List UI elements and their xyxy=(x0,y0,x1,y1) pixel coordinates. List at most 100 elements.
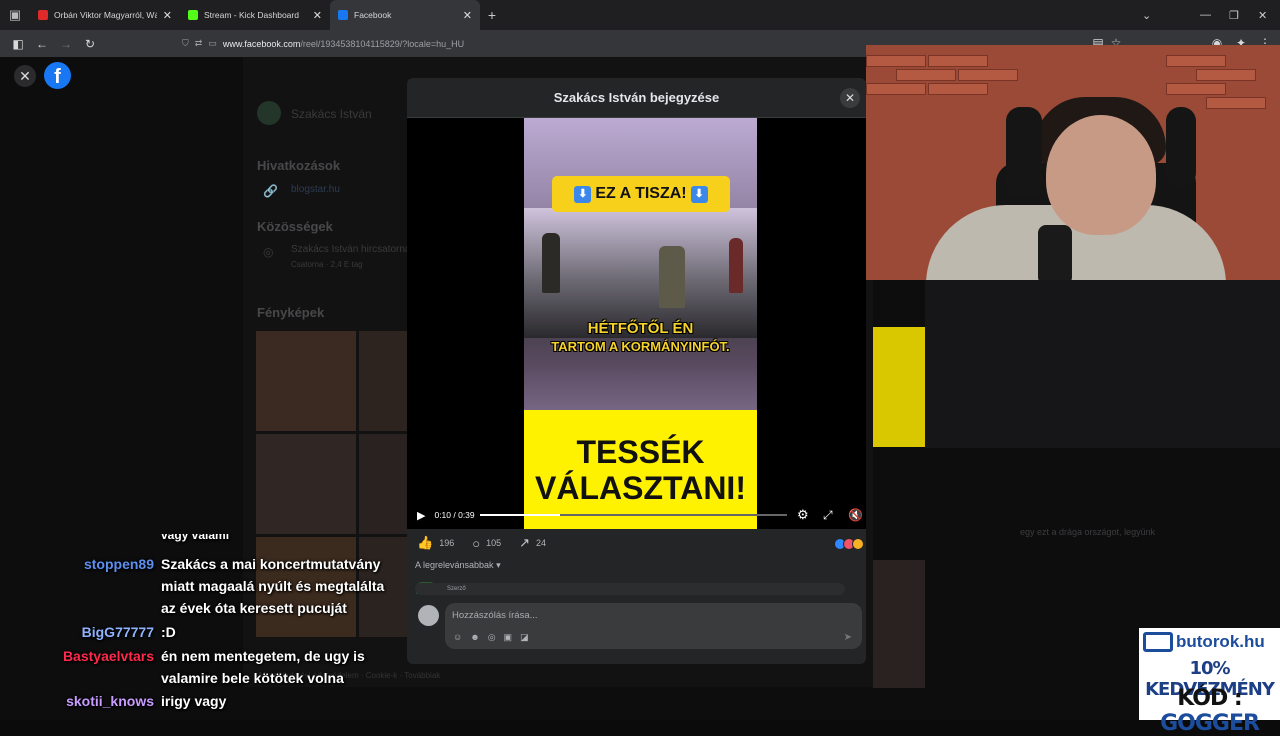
chat-text: Szakács a mai koncertmutatvány xyxy=(161,556,381,572)
comment-input[interactable]: Hozzászólás írása... ☺ ☻ ◎ ▣ ◪ ➤ xyxy=(445,603,862,649)
links-heading: Hivatkozások xyxy=(257,158,341,173)
community-icon: ◎ xyxy=(263,245,274,259)
profile-name[interactable]: Szakács István xyxy=(291,107,372,121)
comment-icon: ○ xyxy=(472,535,481,551)
permissions-icon[interactable]: ⇄ xyxy=(195,38,203,49)
photo-thumb[interactable] xyxy=(359,331,409,431)
like-icon: 👍 xyxy=(417,535,434,550)
comment-button[interactable]: ○ 105 xyxy=(472,536,501,551)
background-post-image xyxy=(873,327,925,447)
sticker-icon[interactable]: ◪ xyxy=(520,632,529,643)
share-count: 24 xyxy=(536,538,547,548)
wall-brick xyxy=(896,69,956,81)
tab-close-icon[interactable]: ✕ xyxy=(463,9,472,22)
new-tab-button[interactable]: + xyxy=(480,7,504,23)
caption-line: HÉTFŐTŐL ÉN xyxy=(587,320,694,337)
url-host: www.facebook.com xyxy=(222,38,301,49)
chat-text: valamire bele kötötek volna xyxy=(161,670,344,686)
ad-code: KÓD : GOGGER xyxy=(1139,686,1280,736)
link-icon: 🔗 xyxy=(263,184,278,198)
avatar-sticker-icon[interactable]: ☺ xyxy=(453,632,462,643)
site-info-icon[interactable]: ⛉ xyxy=(182,38,189,49)
chat-text: miatt magaalá nyúlt és megtalálta xyxy=(161,578,385,594)
video-player[interactable]: ⬇ EZ A TISZA! ⬇ HÉTFŐTŐL ÉN TARTOM A KOR… xyxy=(407,118,866,529)
tab-label: Stream - Kick Dashboard xyxy=(204,10,299,20)
community-name[interactable]: Szakács István hircsatorna xyxy=(291,244,411,255)
tab-close-icon[interactable]: ✕ xyxy=(163,9,172,22)
emoji-icon[interactable]: ☻ xyxy=(470,632,479,643)
chat-username[interactable]: Bastyaelvtars xyxy=(0,645,154,667)
caption-line: TARTOM A KORMÁNYINFÓT. xyxy=(551,339,730,354)
author-tag: Szerző xyxy=(447,586,466,592)
close-window-button[interactable]: ✕ xyxy=(1258,0,1267,30)
gif-icon[interactable]: ▣ xyxy=(504,632,513,643)
photos-heading: Fényképek xyxy=(257,305,325,320)
profile-avatar[interactable] xyxy=(257,101,281,125)
kick-favicon-icon xyxy=(188,10,198,20)
comment-placeholder: Hozzászólás írása... xyxy=(452,610,538,621)
current-user-avatar xyxy=(418,605,439,626)
stage-performer xyxy=(542,233,560,293)
tab-label: Facebook xyxy=(354,10,392,20)
photo-thumb[interactable] xyxy=(256,331,356,431)
page-icon: ▭ xyxy=(208,38,217,48)
streamer-face xyxy=(1046,115,1156,235)
chat-line-cutoff: vagy valami xyxy=(161,534,230,542)
reaction-summary[interactable] xyxy=(834,538,864,550)
yellow-line: TESSÉK xyxy=(576,433,705,470)
reload-button[interactable]: ↻ xyxy=(78,37,102,51)
camera-icon[interactable]: ◎ xyxy=(488,632,496,643)
facebook-logo-icon[interactable]: f xyxy=(44,62,71,89)
communities-heading: Közösségek xyxy=(257,219,333,234)
tab-close-icon[interactable]: ✕ xyxy=(313,9,322,22)
background-post-panel xyxy=(925,280,1280,448)
photo-thumb[interactable] xyxy=(256,434,356,534)
photo-thumb[interactable] xyxy=(359,434,409,534)
sidebar-icon[interactable]: ◧ xyxy=(6,37,30,51)
video-progress-fill xyxy=(480,514,560,516)
chat-username[interactable]: stoppen89 xyxy=(0,553,154,575)
comment-sort-dropdown[interactable]: A legrelevánsabbak ▾ xyxy=(415,560,501,571)
chat-username[interactable]: skotii_knows xyxy=(0,690,154,712)
tab-actions-icon[interactable]: ▣ xyxy=(0,0,30,30)
headset-right xyxy=(1166,107,1196,187)
restore-button[interactable]: ❐ xyxy=(1229,0,1239,30)
wall-brick xyxy=(928,55,988,67)
settings-gear-icon[interactable]: ⚙ xyxy=(797,507,809,523)
haha-reaction-icon xyxy=(852,538,864,550)
share-icon: ↗ xyxy=(519,535,531,550)
video-frame[interactable]: ⬇ EZ A TISZA! ⬇ HÉTFŐTŐL ÉN TARTOM A KOR… xyxy=(524,118,757,529)
share-button[interactable]: ↗ 24 xyxy=(519,535,546,551)
concert-stage-image xyxy=(524,208,757,338)
yellow-line: VÁLASZTANI! xyxy=(535,469,746,506)
wall-brick xyxy=(1166,55,1226,67)
modal-title: Szakács István bejegyzése xyxy=(407,78,866,118)
video-time: 0:10 / 0:39 xyxy=(434,510,475,520)
play-icon[interactable]: ▶ xyxy=(417,509,425,522)
profile-link[interactable]: blogstar.hu xyxy=(291,184,340,195)
down-arrow-icon: ⬇ xyxy=(690,185,708,203)
mute-icon[interactable]: 🔇 xyxy=(848,508,863,522)
url-field[interactable]: ⛉ ⇄ ▭ www.facebook.com/reel/193453810411… xyxy=(182,33,464,54)
wall-brick xyxy=(1196,69,1256,81)
chat-text: :D xyxy=(161,624,176,640)
tab-youtube[interactable]: Orbán Viktor Magyarról, Wáber ✕ xyxy=(30,0,180,30)
forward-button[interactable]: → xyxy=(54,37,78,51)
down-arrow-icon: ⬇ xyxy=(574,185,592,203)
minimize-button[interactable]: — xyxy=(1200,0,1211,30)
send-icon[interactable]: ➤ xyxy=(844,632,852,643)
tab-list-chevron-icon[interactable]: ⌄ xyxy=(1142,0,1151,30)
headset-left xyxy=(1006,107,1042,197)
close-viewer-button[interactable]: ✕ xyxy=(14,65,36,87)
like-button[interactable]: 👍 196 xyxy=(417,535,454,551)
tab-kick[interactable]: Stream - Kick Dashboard ✕ xyxy=(180,0,330,30)
chat-username[interactable]: BigG77777 xyxy=(0,621,154,643)
back-button[interactable]: ← xyxy=(30,37,54,51)
fullscreen-icon[interactable]: ⤢ xyxy=(823,508,833,523)
tab-label: Orbán Viktor Magyarról, Wáber xyxy=(54,10,157,20)
modal-close-button[interactable]: ✕ xyxy=(840,88,860,108)
video-controls: ▶ 0:10 / 0:39 ⚙ ⤢ 🔇 xyxy=(407,505,866,525)
tab-facebook[interactable]: Facebook ✕ xyxy=(330,0,480,30)
sponsor-ad: butorok.hu 10% KEDVEZMÉNY KÓD : GOGGER xyxy=(1139,628,1280,736)
video-progress-bar[interactable] xyxy=(480,514,787,516)
